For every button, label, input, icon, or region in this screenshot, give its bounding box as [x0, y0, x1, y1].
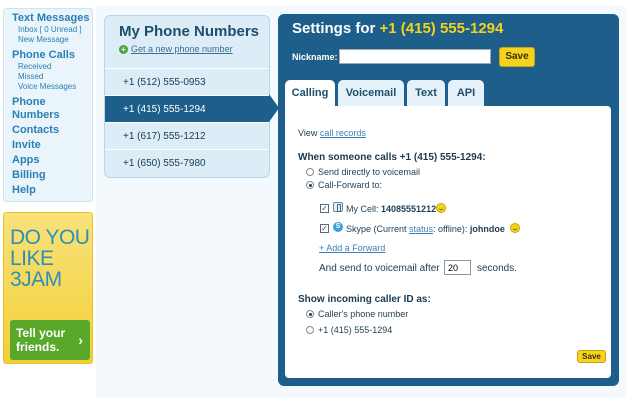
my-cell-line: My Cell: 14085551212 — [346, 204, 436, 214]
settings-title-prefix: Settings for — [292, 20, 380, 37]
send-voicemail-label: Send directly to voicemail — [318, 167, 421, 177]
skype-prefix: Skype (Current — [346, 224, 410, 234]
calling-tab-content: View call records When someone calls +1 … — [285, 106, 611, 378]
nav-apps[interactable]: Apps — [12, 154, 92, 167]
smiley-icon — [510, 223, 520, 233]
nav-contacts[interactable]: Contacts — [12, 124, 92, 137]
call-forward-label: Call-Forward to: — [318, 180, 383, 190]
phone-numbers-title: My Phone Numbers — [119, 23, 260, 40]
chevron-right-icon: › — [78, 332, 83, 348]
add-forward-link[interactable]: + Add a Forward — [319, 243, 385, 253]
nav-billing[interactable]: Billing — [12, 169, 92, 182]
nav-new-message[interactable]: New Message — [12, 35, 92, 45]
nav-inbox[interactable]: Inbox [ 0 Unread ] — [12, 25, 92, 35]
view-records-line: View call records — [298, 128, 366, 138]
skype-icon: S — [333, 222, 343, 232]
nav-phone-calls[interactable]: Phone Calls — [12, 49, 92, 62]
nav-invite[interactable]: Invite — [12, 139, 92, 152]
get-new-number-link[interactable]: + Get a new phone number — [119, 44, 233, 54]
nav-missed[interactable]: Missed — [12, 72, 92, 82]
tell-friends-label: Tell your friends. — [16, 326, 66, 354]
nickname-input[interactable] — [339, 49, 491, 64]
save-nickname-button[interactable]: Save — [499, 47, 535, 67]
skype-line: Skype (Current status: offline): johndoe — [346, 224, 505, 234]
tab-calling[interactable]: Calling — [285, 80, 335, 108]
left-navigation: Text Messages Inbox [ 0 Unread ] New Mes… — [3, 8, 93, 202]
settings-title-number: +1 (415) 555-1294 — [379, 20, 504, 37]
caller-phone-radio[interactable] — [306, 310, 314, 318]
nav-help[interactable]: Help — [12, 184, 92, 197]
nickname-label: Nickname: — [292, 52, 338, 62]
plus-icon: + — [119, 44, 128, 54]
my-cell-label: My Cell: — [346, 204, 382, 214]
skype-checkbox[interactable]: ✓ — [320, 224, 329, 233]
phone-number-item[interactable]: +1 (650) 555-7980 — [105, 149, 269, 176]
call-records-link[interactable]: call records — [320, 128, 366, 138]
my-cell-checkbox[interactable]: ✓ — [320, 204, 329, 213]
own-number-label: +1 (415) 555-1294 — [318, 325, 393, 335]
promo-ad: DO YOU LIKE 3JAM Tell your friends. › — [3, 212, 93, 364]
voicemail-seconds-input[interactable] — [444, 260, 471, 275]
smiley-icon — [436, 203, 446, 213]
call-forward-radio[interactable] — [306, 181, 314, 189]
own-number-radio[interactable] — [306, 326, 314, 334]
skype-user: johndoe — [469, 224, 505, 234]
nav-text-messages[interactable]: Text Messages — [12, 12, 92, 25]
phone-number-item[interactable]: +1 (512) 555-0953 — [105, 68, 269, 95]
ad-headline: DO YOU LIKE 3JAM — [10, 226, 90, 291]
tab-api[interactable]: API — [448, 80, 484, 106]
save-settings-button[interactable]: Save — [577, 350, 606, 363]
nav-voice-messages[interactable]: Voice Messages — [12, 82, 92, 92]
tab-voicemail[interactable]: Voicemail — [338, 80, 404, 106]
send-after-suffix: seconds. — [477, 263, 518, 274]
send-after-prefix: And send to voicemail after — [319, 263, 440, 274]
skype-status-link[interactable]: status — [409, 224, 433, 234]
caller-id-heading: Show incoming caller ID as: — [298, 294, 431, 305]
skype-suffix: : offline): — [433, 224, 470, 234]
nav-received[interactable]: Received — [12, 62, 92, 72]
send-voicemail-radio[interactable] — [306, 168, 314, 176]
phone-number-item-selected[interactable]: +1 (415) 555-1294 — [105, 95, 269, 122]
phone-icon — [333, 202, 343, 212]
phone-numbers-panel: My Phone Numbers + Get a new phone numbe… — [104, 15, 270, 178]
tell-friends-button[interactable]: Tell your friends. › — [10, 320, 90, 360]
phone-number-item[interactable]: +1 (617) 555-1212 — [105, 122, 269, 149]
caller-phone-label: Caller's phone number — [318, 309, 409, 319]
settings-panel: Settings for +1 (415) 555-1294 Nickname:… — [278, 14, 619, 386]
when-calls-heading: When someone calls +1 (415) 555-1294: — [298, 152, 486, 163]
get-new-number-label: Get a new phone number — [131, 44, 233, 54]
tab-text[interactable]: Text — [407, 80, 445, 106]
settings-title: Settings for +1 (415) 555-1294 — [292, 20, 503, 37]
view-prefix: View — [298, 128, 320, 138]
my-cell-number: 14085551212 — [381, 204, 437, 214]
nav-phone-numbers[interactable]: Phone Numbers — [12, 96, 92, 122]
